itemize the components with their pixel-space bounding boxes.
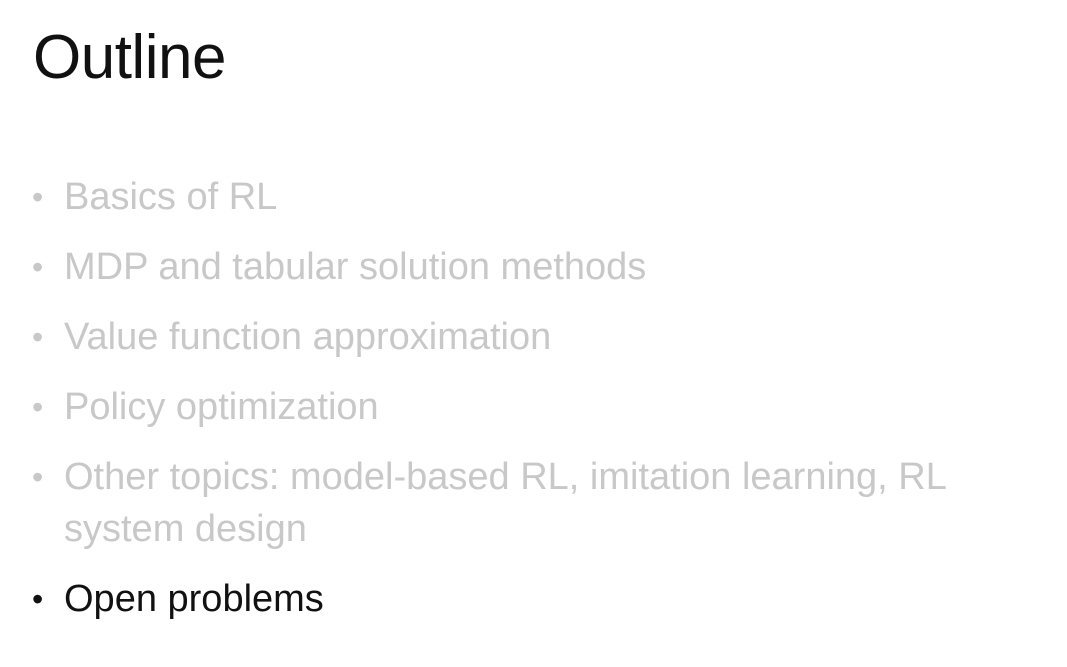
bullet-item-mdp-tabular: • MDP and tabular solution methods (30, 241, 1050, 293)
bullet-item-value-function: • Value function approximation (30, 311, 1050, 363)
bullet-item-basics-of-rl: • Basics of RL (30, 171, 1050, 223)
bullet-text: Value function approximation (64, 316, 552, 358)
bullet-item-policy-optimization: • Policy optimization (30, 381, 1050, 433)
bullet-text: Policy optimization (64, 386, 379, 428)
slide-title: Outline (33, 23, 226, 92)
bullet-text: Basics of RL (64, 176, 278, 218)
bullet-text: MDP and tabular solution methods (64, 246, 647, 288)
bullet-dot-icon: • (32, 459, 44, 495)
bullet-item-open-problems: • Open problems (30, 573, 1050, 625)
bullet-dot-icon: • (32, 249, 44, 285)
bullet-list: • Basics of RL • MDP and tabular solutio… (30, 171, 1050, 643)
bullet-item-other-topics: • Other topics: model-based RL, imitatio… (30, 451, 1050, 555)
bullet-dot-icon: • (32, 581, 44, 617)
bullet-text: Open problems (64, 578, 324, 620)
bullet-dot-icon: • (32, 179, 44, 215)
bullet-text: Other topics: model-based RL, imitation … (64, 456, 946, 550)
bullet-dot-icon: • (32, 319, 44, 355)
slide: Outline • Basics of RL • MDP and tabular… (0, 0, 1067, 667)
bullet-dot-icon: • (32, 389, 44, 425)
